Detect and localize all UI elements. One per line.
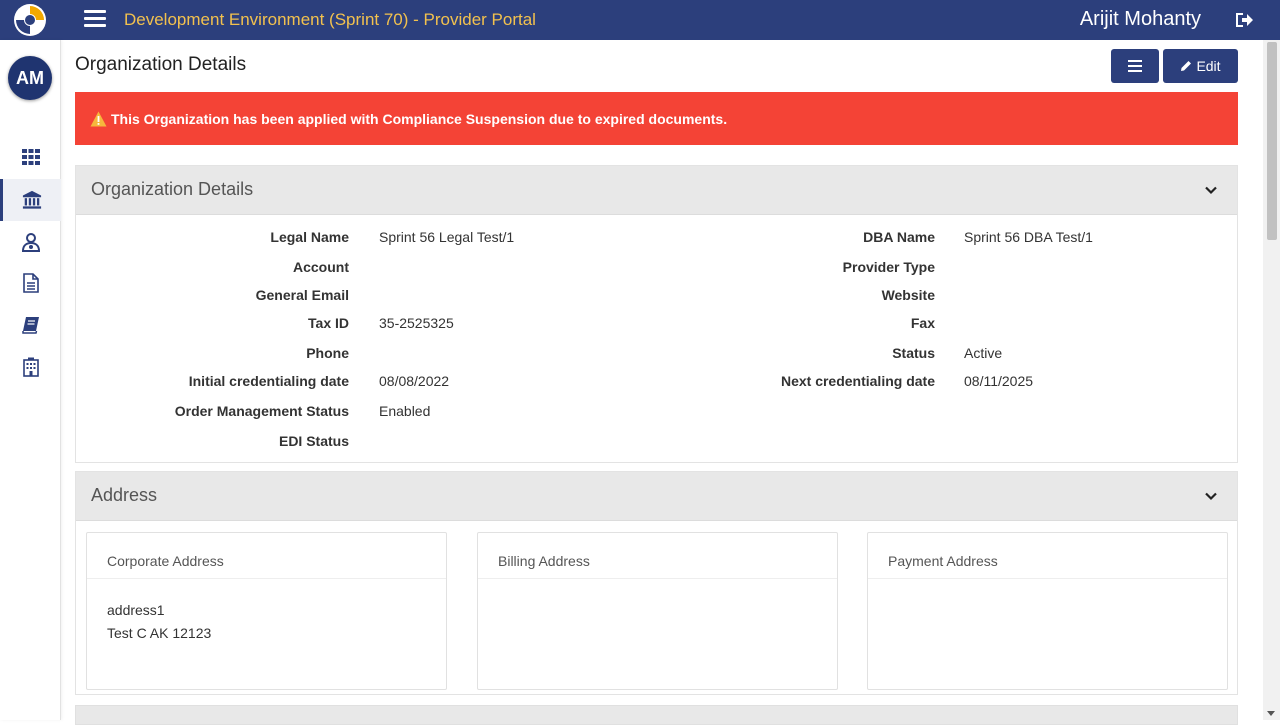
field-label-order-management-status: Order Management Status (174, 403, 349, 419)
field-label-account: Account (293, 259, 349, 275)
address-line-1: address1 (107, 602, 165, 618)
field-label-website: Website (881, 287, 935, 303)
sidebar-item-library[interactable] (0, 304, 61, 346)
document-icon (22, 273, 39, 293)
sidebar-item-facilities[interactable] (0, 346, 61, 388)
field-label-initial-credentialing-date: Initial credentialing date (188, 373, 349, 389)
sidebar-item-organization[interactable] (0, 179, 61, 221)
page-scrollbar[interactable] (1263, 40, 1280, 720)
warning-icon (90, 111, 107, 126)
list-icon (1128, 60, 1142, 72)
panel-header[interactable]: Organization Details (76, 166, 1237, 215)
logo-icon[interactable] (12, 3, 48, 37)
chevron-down-icon[interactable] (1205, 184, 1217, 196)
address-card-title: Payment Address (868, 533, 1227, 579)
page-title: Organization Details (75, 54, 247, 75)
grid-icon (21, 149, 40, 165)
field-value-next-credentialing-date: 08/11/2025 (964, 373, 1034, 389)
field-label-status: Status (892, 345, 935, 361)
sidebar-item-documents[interactable] (0, 262, 61, 304)
compliance-alert: This Organization has been applied with … (75, 92, 1238, 145)
field-label-tax-id: Tax ID (308, 315, 349, 331)
edit-button[interactable]: Edit (1163, 49, 1238, 83)
panel-title: Address (91, 485, 158, 505)
next-section-panel-header[interactable] (75, 705, 1238, 725)
billing-address-card: Billing Address (477, 532, 838, 690)
field-value-tax-id: 35-2525325 (379, 315, 454, 331)
users-icon (21, 233, 40, 252)
edit-button-label: Edit (1196, 58, 1221, 74)
address-card-title: Corporate Address (87, 533, 446, 579)
pencil-icon (1181, 61, 1192, 71)
building-icon (22, 357, 39, 377)
app-title: Development Environment (Sprint 70) - Pr… (124, 10, 536, 29)
organization-details-panel: Organization Details Legal Name Sprint 5… (75, 165, 1238, 463)
address-line-2: Test C AK 12123 (107, 625, 212, 641)
chevron-down-icon[interactable] (1205, 490, 1217, 502)
field-value-dba-name: Sprint 56 DBA Test/1 (964, 229, 1093, 245)
field-label-phone: Phone (306, 345, 349, 361)
field-label-dba-name: DBA Name (863, 229, 935, 245)
corporate-address-card: Corporate Address address1 Test C AK 121… (86, 532, 447, 690)
scroll-down-arrow-icon[interactable] (1267, 711, 1275, 716)
alert-message: This Organization has been applied with … (111, 110, 728, 127)
field-value-status: Active (964, 345, 1003, 361)
field-label-next-credentialing-date: Next credentialing date (780, 373, 935, 389)
panel-title: Organization Details (91, 179, 254, 199)
menu-toggle-icon[interactable] (84, 10, 106, 30)
field-label-general-email: General Email (255, 287, 349, 303)
field-label-edi-status: EDI Status (278, 433, 349, 449)
avatar[interactable]: AM (8, 56, 52, 100)
sidebar-item-dashboard[interactable] (0, 136, 61, 178)
field-value-legal-name: Sprint 56 Legal Test/1 (379, 229, 515, 245)
field-value-initial-credentialing-date: 08/08/2022 (379, 373, 450, 389)
user-name[interactable]: Arijit Mohanty (1080, 8, 1201, 31)
panel-header[interactable]: Address (76, 472, 1237, 521)
field-label-legal-name: Legal Name (270, 229, 349, 245)
book-icon (21, 317, 39, 334)
field-value-order-management-status: Enabled (379, 403, 431, 419)
sidebar: AM (0, 40, 61, 720)
address-card-title: Billing Address (478, 533, 837, 579)
actions-menu-button[interactable] (1111, 49, 1159, 83)
address-panel: Address Corporate Address address1 Test … (75, 471, 1238, 695)
scrollbar-thumb[interactable] (1267, 42, 1277, 240)
logout-icon[interactable] (1234, 11, 1254, 29)
top-bar: Development Environment (Sprint 70) - Pr… (0, 0, 1280, 40)
field-label-fax: Fax (910, 315, 935, 331)
payment-address-card: Payment Address (867, 532, 1228, 690)
sidebar-item-users[interactable] (0, 221, 61, 263)
field-label-provider-type: Provider Type (842, 259, 935, 275)
bank-icon (22, 190, 42, 209)
